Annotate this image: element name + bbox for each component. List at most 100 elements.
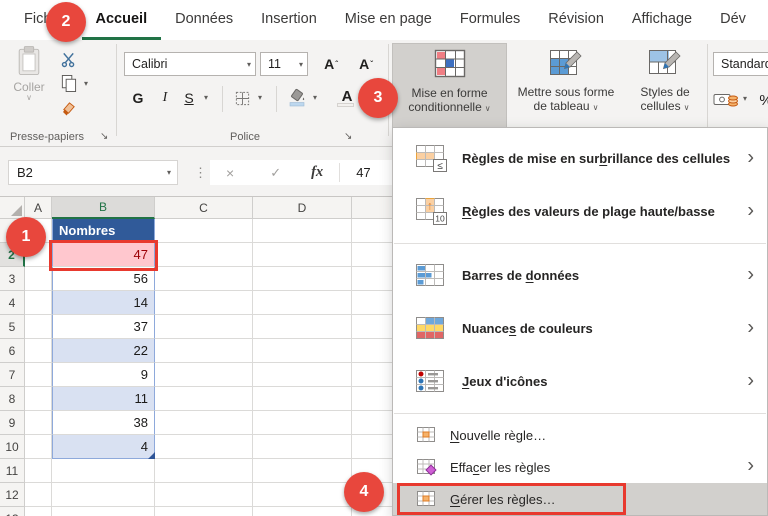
- cell[interactable]: [155, 339, 253, 363]
- underline-button[interactable]: S: [179, 85, 199, 111]
- cell[interactable]: [253, 243, 352, 267]
- cell[interactable]: [155, 243, 253, 267]
- fill-color-button[interactable]: [284, 84, 310, 110]
- cell[interactable]: [253, 315, 352, 339]
- row-header-13[interactable]: 13: [0, 507, 25, 516]
- select-all-button[interactable]: [0, 197, 25, 219]
- row-header-4[interactable]: 4: [0, 291, 25, 315]
- column-header-B[interactable]: B: [52, 197, 155, 219]
- cell[interactable]: [155, 363, 253, 387]
- cell[interactable]: [25, 507, 52, 516]
- cell[interactable]: [25, 339, 52, 363]
- row-header-12[interactable]: 12: [0, 483, 25, 507]
- cell[interactable]: [155, 411, 253, 435]
- cell[interactable]: [253, 267, 352, 291]
- cell[interactable]: [25, 267, 52, 291]
- underline-dropdown-arrow[interactable]: ▾: [204, 93, 208, 102]
- accounting-dropdown-arrow[interactable]: ▾: [743, 94, 747, 103]
- font-name-combo[interactable]: Calibri ▾: [124, 52, 256, 76]
- cut-button[interactable]: [54, 48, 82, 70]
- cell[interactable]: [253, 291, 352, 315]
- cell[interactable]: [155, 435, 253, 459]
- cell[interactable]: [155, 459, 253, 483]
- table-resize-handle[interactable]: [148, 452, 155, 459]
- cell-styles-button[interactable]: Styles de cellules ∨: [625, 43, 705, 128]
- cell[interactable]: [155, 315, 253, 339]
- cell-B6[interactable]: 22: [52, 339, 155, 363]
- menu-item-new-rule[interactable]: Nouvelle règle…: [393, 419, 767, 451]
- cell-B7[interactable]: 9: [52, 363, 155, 387]
- cell[interactable]: [253, 507, 352, 516]
- paste-button[interactable]: Coller ∨: [6, 45, 52, 125]
- cell[interactable]: [25, 483, 52, 507]
- menu-item-top-bottom-rules[interactable]: ↑ 10 Règles des valeurs de plage haute/bas…: [393, 185, 767, 238]
- cell[interactable]: [253, 411, 352, 435]
- grow-font-button[interactable]: Aˆ: [315, 51, 347, 77]
- cell[interactable]: [25, 315, 52, 339]
- row-header-3[interactable]: 3: [0, 267, 25, 291]
- cell[interactable]: [253, 483, 352, 507]
- cell[interactable]: [155, 219, 253, 243]
- accounting-format-button[interactable]: [712, 87, 740, 113]
- cell[interactable]: [25, 459, 52, 483]
- cell[interactable]: [155, 483, 253, 507]
- cell-B13[interactable]: [52, 507, 155, 516]
- cell[interactable]: [25, 435, 52, 459]
- menu-item-data-bars[interactable]: Barres de données ›: [393, 249, 767, 302]
- cell-B8[interactable]: 11: [52, 387, 155, 411]
- font-color-button[interactable]: A: [334, 83, 360, 109]
- row-header-6[interactable]: 6: [0, 339, 25, 363]
- tab-données[interactable]: Données: [161, 0, 247, 40]
- shrink-font-button[interactable]: Aˇ: [350, 51, 382, 77]
- tab-insertion[interactable]: Insertion: [247, 0, 331, 40]
- cell-B4[interactable]: 14: [52, 291, 155, 315]
- cell[interactable]: [25, 291, 52, 315]
- column-header-D[interactable]: D: [253, 197, 352, 219]
- tab-dév[interactable]: Dév: [706, 0, 760, 40]
- clipboard-dialog-launcher-icon[interactable]: ↘: [100, 131, 108, 142]
- row-header-9[interactable]: 9: [0, 411, 25, 435]
- cell[interactable]: [25, 411, 52, 435]
- tab-mise-en-page[interactable]: Mise en page: [331, 0, 446, 40]
- copy-dropdown-arrow[interactable]: ▾: [84, 79, 88, 88]
- cell[interactable]: [253, 219, 352, 243]
- row-header-7[interactable]: 7: [0, 363, 25, 387]
- borders-dropdown-arrow[interactable]: ▾: [258, 93, 262, 102]
- font-size-combo[interactable]: 11 ▾: [260, 52, 308, 76]
- cell-B9[interactable]: 38: [52, 411, 155, 435]
- cell[interactable]: [253, 339, 352, 363]
- row-header-5[interactable]: 5: [0, 315, 25, 339]
- cell-B5[interactable]: 37: [52, 315, 155, 339]
- row-header-11[interactable]: 11: [0, 459, 25, 483]
- row-header-8[interactable]: 8: [0, 387, 25, 411]
- percent-style-button[interactable]: %: [756, 87, 768, 113]
- fill-color-dropdown-arrow[interactable]: ▾: [313, 93, 317, 102]
- enter-icon[interactable]: ✓: [270, 165, 281, 181]
- row-header-10[interactable]: 10: [0, 435, 25, 459]
- cell[interactable]: [155, 507, 253, 516]
- italic-button[interactable]: I: [155, 85, 175, 111]
- cancel-icon[interactable]: ×: [226, 165, 234, 181]
- menu-item-clear-rules[interactable]: Effacer les règles ›: [393, 451, 767, 483]
- conditional-formatting-button[interactable]: Mise en forme conditionnelle ∨: [392, 43, 507, 128]
- formula-bar-handle[interactable]: ⋮: [194, 160, 207, 185]
- cell[interactable]: [25, 363, 52, 387]
- menu-item-color-scales[interactable]: Nuances de couleurs ›: [393, 302, 767, 355]
- format-as-table-button[interactable]: Mettre sous forme de tableau ∨: [509, 43, 623, 128]
- name-box[interactable]: B2 ▾: [8, 160, 178, 185]
- tab-révision[interactable]: Révision: [534, 0, 618, 40]
- cell-B12[interactable]: [52, 483, 155, 507]
- copy-button[interactable]: [54, 72, 82, 94]
- cell[interactable]: [155, 267, 253, 291]
- format-painter-button[interactable]: [54, 98, 82, 120]
- tab-affichage[interactable]: Affichage: [618, 0, 706, 40]
- insert-function-button[interactable]: fx: [311, 164, 323, 181]
- cell[interactable]: [25, 387, 52, 411]
- cell[interactable]: [253, 459, 352, 483]
- menu-item-icon-sets[interactable]: Jeux d'icônes ›: [393, 355, 767, 408]
- number-format-combo[interactable]: Standard: [713, 52, 768, 76]
- cell[interactable]: [155, 291, 253, 315]
- column-header-C[interactable]: C: [155, 197, 253, 219]
- bold-button[interactable]: G: [126, 85, 150, 111]
- cell-B10[interactable]: 4: [52, 435, 155, 459]
